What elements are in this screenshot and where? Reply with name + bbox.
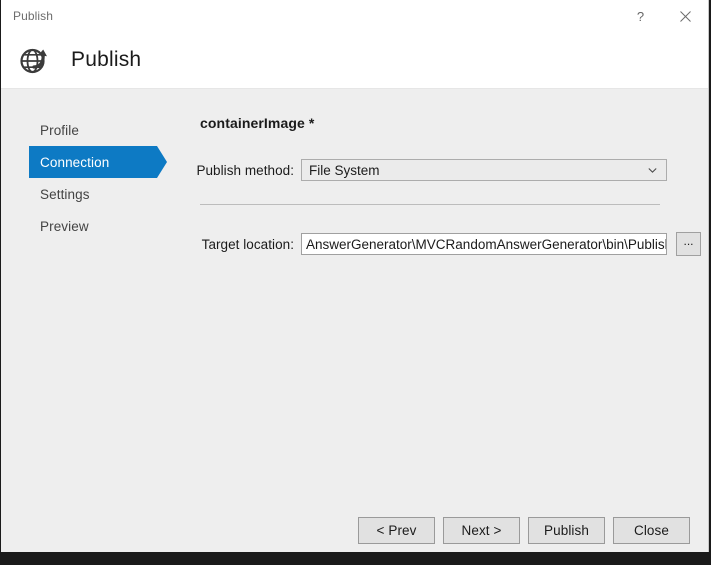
browse-button[interactable]: ... [676,232,701,256]
publish-method-row: Publish method: File System [181,159,667,181]
prev-button[interactable]: < Prev [358,517,435,544]
sidebar-item-preview[interactable]: Preview [29,210,157,242]
close-icon [680,11,691,22]
sidebar-item-label: Connection [40,155,109,170]
publish-method-label: Publish method: [181,163,301,178]
page-title: Publish [71,48,141,72]
section-title: containerImage * [200,115,314,131]
footer-bar: < Prev Next > Publish Close [1,511,709,552]
chevron-down-icon [648,166,657,175]
sidebar-item-label: Profile [40,123,79,138]
close-window-button[interactable] [663,0,708,32]
publish-method-select[interactable]: File System [301,159,667,181]
target-location-label: Target location: [181,237,301,252]
sidebar-item-label: Preview [40,219,89,234]
selection-arrow-icon [157,146,167,178]
target-location-value: AnswerGenerator\MVCRandomAnswerGenerator… [302,237,667,252]
sidebar-nav: Profile Connection Settings Preview [1,89,181,552]
main-pane: containerImage * Publish method: File Sy… [181,89,708,552]
target-location-row: Target location: AnswerGenerator\MVCRand… [181,232,701,256]
next-button[interactable]: Next > [443,517,520,544]
publish-dialog-window: Publish ? Publish [1,0,709,552]
target-location-input[interactable]: AnswerGenerator\MVCRandomAnswerGenerator… [301,233,667,255]
publish-method-value: File System [302,163,380,178]
publish-button[interactable]: Publish [528,517,605,544]
sidebar-item-connection[interactable]: Connection [29,146,157,178]
globe-publish-icon [15,41,53,79]
help-button[interactable]: ? [618,0,663,32]
close-button[interactable]: Close [613,517,690,544]
sidebar-item-profile[interactable]: Profile [29,114,157,146]
sidebar-item-settings[interactable]: Settings [29,178,157,210]
dialog-body: Profile Connection Settings Preview cont… [1,89,708,552]
section-divider [200,204,660,205]
sidebar-item-label: Settings [40,187,90,202]
title-bar: Publish ? [1,0,708,32]
window-title: Publish [13,9,53,23]
dialog-header: Publish [1,32,708,89]
